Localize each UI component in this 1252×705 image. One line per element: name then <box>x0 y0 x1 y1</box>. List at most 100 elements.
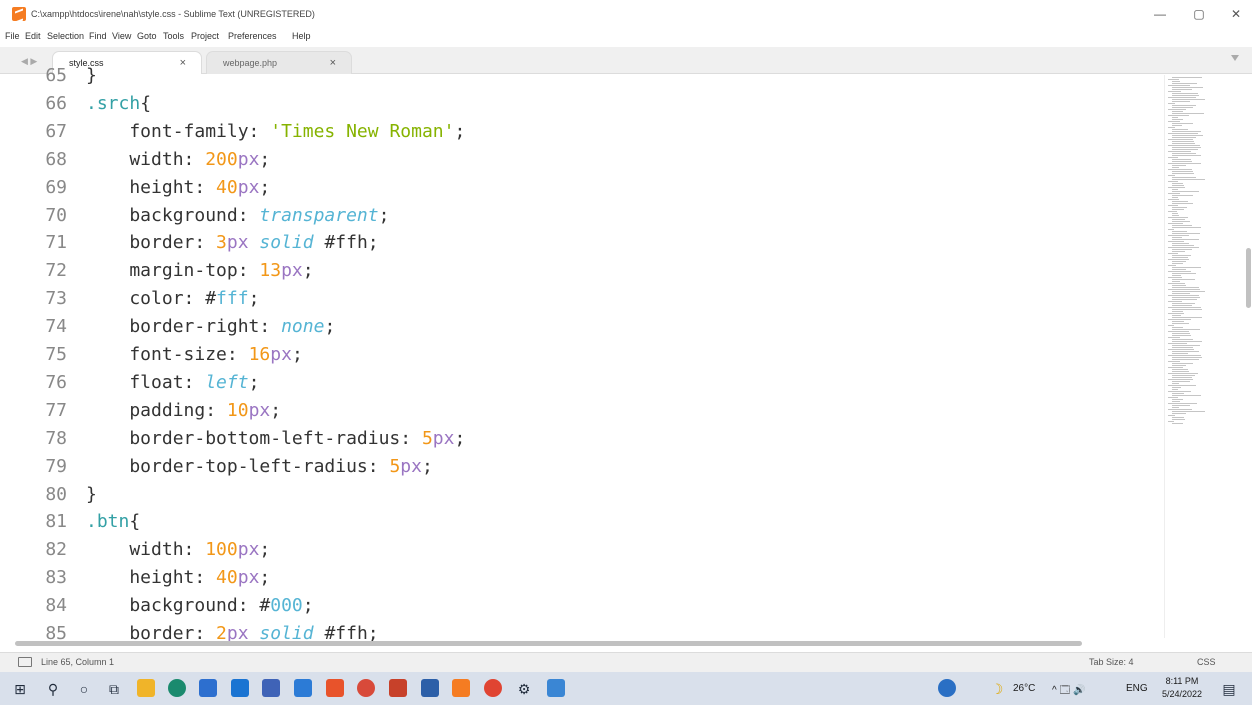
tab-size[interactable]: Tab Size: 4 <box>1089 657 1134 667</box>
code-line[interactable]: 84 background: #000; <box>0 592 1160 620</box>
code-token: ; <box>324 316 336 338</box>
notifications-icon[interactable]: ▤ <box>1220 680 1238 698</box>
xampp-icon[interactable] <box>326 679 344 697</box>
minimap-line <box>1172 105 1196 106</box>
code-line[interactable]: 77 padding: 10px; <box>0 397 1160 425</box>
code-editor[interactable]: 86 margin-top: 13px;85 border: 2px solid… <box>0 65 1252 672</box>
temperature[interactable]: 26°C <box>1013 683 1035 694</box>
code-token: .btn <box>86 511 130 533</box>
minimap-line <box>1172 179 1205 180</box>
code-token: 40 <box>216 567 238 589</box>
code-line[interactable]: 66 .srch{ <box>0 90 1160 118</box>
menu-file[interactable]: File <box>5 31 20 41</box>
maximize-button[interactable]: ▢ <box>1191 6 1207 22</box>
minimap-line <box>1168 79 1179 80</box>
menu-selection[interactable]: Selection <box>47 31 84 41</box>
menu-find[interactable]: Find <box>89 31 107 41</box>
windows-start-icon[interactable]: ⊞ <box>11 680 29 698</box>
menu-project[interactable]: Project <box>191 31 219 41</box>
file-explorer-icon[interactable] <box>137 679 155 697</box>
menu-tools[interactable]: Tools <box>163 31 184 41</box>
code-line[interactable]: 76 float: left; <box>0 369 1160 397</box>
language-indicator[interactable]: ENG <box>1126 683 1148 694</box>
sublime-text-icon[interactable] <box>452 679 470 697</box>
mail-icon[interactable] <box>231 679 249 697</box>
vertical-scrollbar[interactable] <box>1245 75 1252 638</box>
word-icon[interactable] <box>421 679 439 697</box>
chrome-icon[interactable] <box>357 679 375 697</box>
powerpoint-icon[interactable] <box>389 679 407 697</box>
minimap-line <box>1172 207 1187 208</box>
cortana-icon[interactable]: ○ <box>75 680 93 698</box>
minimap-line <box>1168 85 1190 86</box>
minimap-line <box>1172 231 1187 232</box>
code-token: px <box>400 455 422 477</box>
task-view-icon[interactable]: ⧉ <box>105 680 123 698</box>
minimap-line <box>1172 281 1180 282</box>
code-line[interactable]: 72 margin-top: 13px; <box>0 257 1160 285</box>
code-text: border: 3px solid #ffh; <box>86 229 379 257</box>
minimap-line <box>1168 139 1193 140</box>
minimap-line <box>1172 173 1194 174</box>
vertical-scroll-thumb[interactable] <box>1246 248 1251 308</box>
minimap-line <box>1172 357 1202 358</box>
minimize-button[interactable]: — <box>1152 6 1168 22</box>
code-token: ; <box>270 399 282 421</box>
store-icon[interactable] <box>199 679 217 697</box>
minimap-line <box>1172 401 1180 402</box>
menu-view[interactable]: View <box>112 31 131 41</box>
code-line[interactable]: 81 .btn{ <box>0 508 1160 536</box>
code-line[interactable]: 71 border: 3px solid #ffh; <box>0 229 1160 257</box>
code-line[interactable]: 67 font-family: 'Times New Roman'; <box>0 118 1160 146</box>
code-line[interactable]: 82 width: 100px; <box>0 536 1160 564</box>
code-line[interactable]: 80} <box>0 481 1160 509</box>
minimap-line <box>1168 223 1183 224</box>
clock[interactable]: 8:11 PM 5/24/2022 <box>1156 675 1208 701</box>
horizontal-scroll-thumb[interactable] <box>15 641 1082 646</box>
settings-gear-icon[interactable]: ⚙ <box>515 680 533 698</box>
app-icon[interactable] <box>294 679 312 697</box>
minimap[interactable] <box>1164 75 1244 638</box>
code-line[interactable]: 75 font-size: 16px; <box>0 341 1160 369</box>
code-line[interactable]: 83 height: 40px; <box>0 564 1160 592</box>
code-line[interactable]: 65} <box>0 62 1160 90</box>
minimap-line <box>1172 299 1197 300</box>
menu-goto[interactable]: Goto <box>137 31 157 41</box>
code-line[interactable]: 73 color: #fff; <box>0 285 1160 313</box>
system-tray-icons[interactable]: ^ 🗔 🔊 <box>1052 683 1086 700</box>
code-line[interactable]: 74 border-right: none; <box>0 313 1160 341</box>
line-number: 75 <box>45 344 67 365</box>
help-icon[interactable] <box>938 679 956 697</box>
syntax-mode[interactable]: CSS <box>1197 657 1216 667</box>
code-token: #ffh; <box>313 232 379 254</box>
search-icon[interactable]: ⚲ <box>44 680 62 698</box>
panel-toggle-icon[interactable] <box>18 657 32 667</box>
photos-icon[interactable] <box>547 679 565 697</box>
minimap-line <box>1172 171 1193 172</box>
menu-preferences[interactable]: Preferences <box>228 31 277 41</box>
tab-list-dropdown-icon[interactable] <box>1231 55 1239 61</box>
code-line[interactable]: 69 height: 40px; <box>0 174 1160 202</box>
chrome-profile-icon[interactable] <box>484 679 502 697</box>
minimap-line <box>1168 289 1200 290</box>
close-button[interactable]: ✕ <box>1228 6 1244 22</box>
code-token: px <box>270 344 292 365</box>
menu-help[interactable]: Help <box>292 31 311 41</box>
code-line[interactable]: 68 width: 200px; <box>0 146 1160 174</box>
edge-browser-icon[interactable] <box>168 679 186 697</box>
app-icon[interactable] <box>262 679 280 697</box>
code-token: ; <box>421 455 433 477</box>
minimap-line <box>1172 303 1195 304</box>
code-token: px <box>237 176 260 198</box>
minimap-line <box>1172 125 1182 126</box>
menu-edit[interactable]: Edit <box>25 31 41 41</box>
minimap-line <box>1172 147 1201 148</box>
code-line[interactable]: 70 background: transparent; <box>0 202 1160 230</box>
code-line[interactable]: 78 border-bottom-left-radius: 5px; <box>0 425 1160 453</box>
minimap-line <box>1168 361 1180 362</box>
minimap-line <box>1168 91 1181 92</box>
minimap-line <box>1168 295 1199 296</box>
code-line[interactable]: 79 border-top-left-radius: 5px; <box>0 453 1160 481</box>
minimap-line <box>1168 163 1201 164</box>
code-text: float: left; <box>86 369 259 397</box>
